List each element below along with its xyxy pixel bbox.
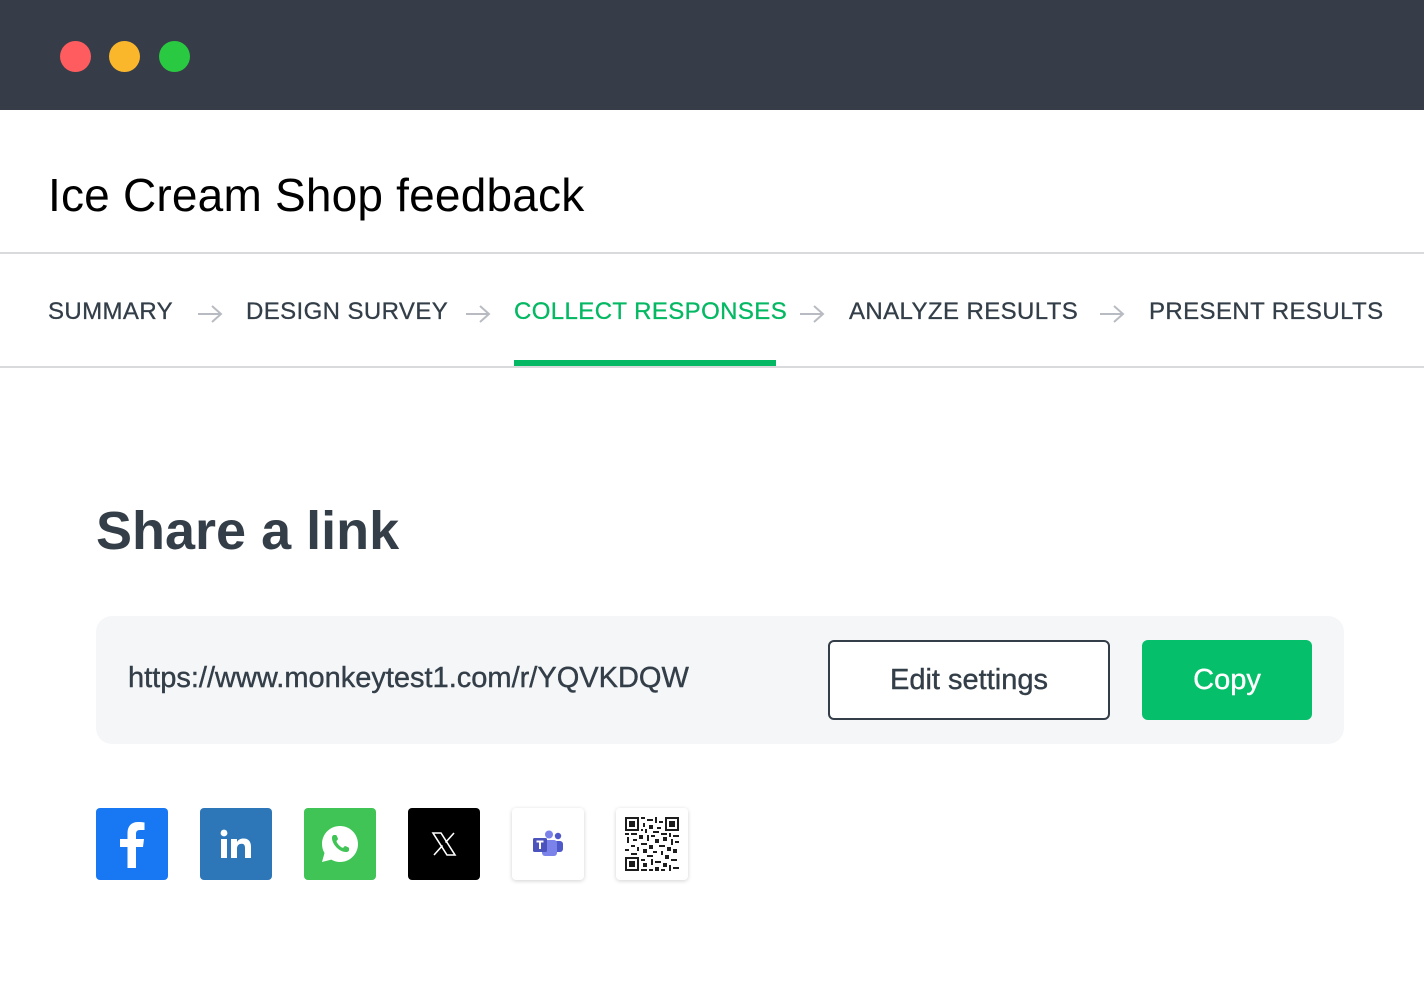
tab-analyze-results[interactable]: ANALYZE RESULTS <box>849 298 1078 326</box>
share-microsoft-teams-button[interactable] <box>512 808 584 880</box>
share-whatsapp-button[interactable] <box>304 808 376 880</box>
tab-summary[interactable]: SUMMARY <box>48 298 173 326</box>
page-title: Ice Cream Shop feedback <box>48 169 585 221</box>
share-linkedin-button[interactable] <box>200 808 272 880</box>
share-x-button[interactable] <box>408 808 480 880</box>
copy-button[interactable]: Copy <box>1142 640 1312 720</box>
maximize-window-button[interactable] <box>159 41 190 72</box>
tab-design-survey[interactable]: DESIGN SURVEY <box>246 298 448 326</box>
tab-present-results[interactable]: PRESENT RESULTS <box>1149 298 1384 326</box>
qr-code-icon <box>625 817 679 871</box>
active-tab-indicator <box>514 360 776 366</box>
workflow-tabs: SUMMARY DESIGN SURVEY COLLECT RESPONSES … <box>0 254 1424 368</box>
linkedin-icon <box>220 829 251 858</box>
survey-link-url[interactable]: https://www.monkeytest1.com/r/YQVKDQW <box>128 662 689 695</box>
facebook-icon <box>120 822 145 868</box>
x-icon <box>431 832 457 856</box>
arrow-right-icon <box>800 305 825 323</box>
minimize-window-button[interactable] <box>109 41 140 72</box>
share-facebook-button[interactable] <box>96 808 168 880</box>
microsoft-teams-icon <box>533 830 563 856</box>
whatsapp-icon <box>322 826 358 862</box>
share-link-box: https://www.monkeytest1.com/r/YQVKDQW Ed… <box>96 616 1344 744</box>
edit-settings-button[interactable]: Edit settings <box>828 640 1110 720</box>
arrow-right-icon <box>198 305 223 323</box>
tab-collect-responses[interactable]: COLLECT RESPONSES <box>514 298 787 326</box>
share-qr-code-button[interactable] <box>616 808 688 880</box>
close-window-button[interactable] <box>60 41 91 72</box>
window-titlebar <box>0 0 1424 110</box>
share-link-heading: Share a link <box>96 501 400 561</box>
arrow-right-icon <box>466 305 491 323</box>
page-header: Ice Cream Shop feedback <box>0 110 1424 254</box>
arrow-right-icon <box>1100 305 1125 323</box>
